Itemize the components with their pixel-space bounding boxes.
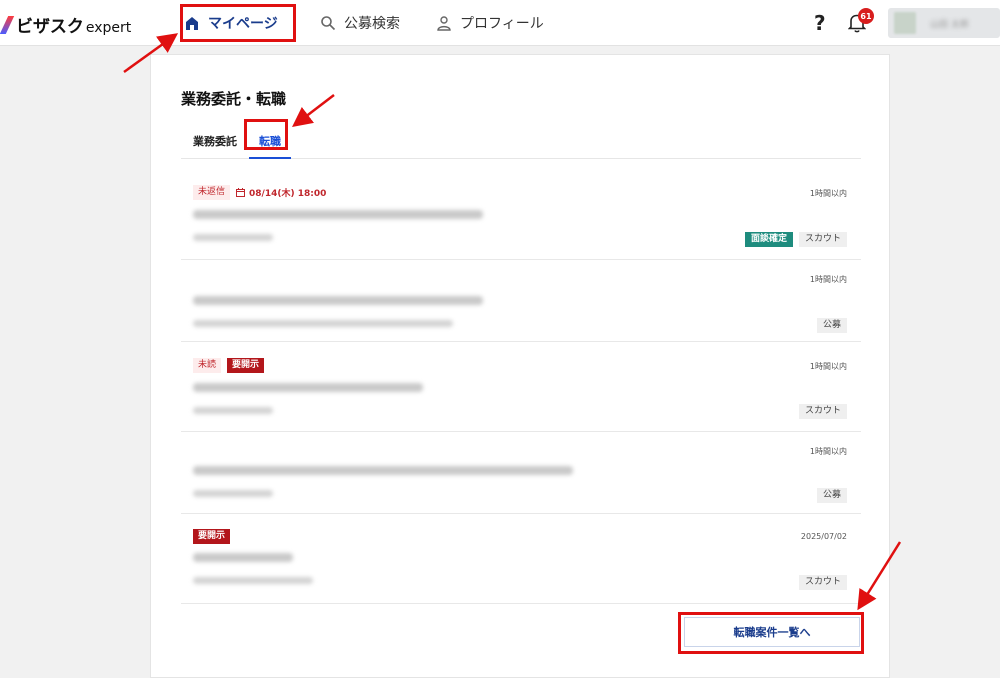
deadline-date: 08/14(木) 18:00 — [236, 186, 326, 199]
notification-badge: 61 — [858, 8, 874, 24]
tab-outsourcing[interactable]: 業務委託 — [193, 133, 237, 149]
nav-profile-label: プロフィール — [460, 16, 544, 32]
item-time: 1時間以内 — [809, 275, 847, 284]
item-title-redacted — [193, 296, 483, 305]
item-time: 2025/07/02 — [800, 532, 847, 541]
unread-tag: 未読 — [193, 358, 222, 373]
deadline-date-text: 08/14(木) 18:00 — [249, 189, 327, 199]
nav-mypage-label: マイページ — [208, 16, 278, 32]
type-badge: スカウト — [798, 575, 847, 590]
page-title: 業務委託・転職 — [181, 90, 287, 108]
search-icon — [320, 15, 336, 31]
help-icon[interactable]: ? — [814, 11, 826, 35]
user-icon — [436, 15, 452, 31]
disclosure-required-tag: 要開示 — [193, 529, 231, 544]
nav-search[interactable]: 公募検索 — [320, 0, 400, 46]
item-time: 1時間以内 — [809, 447, 847, 456]
tab-job-change[interactable]: 転職 — [259, 133, 281, 149]
item-title-redacted — [193, 383, 423, 392]
item-time: 1時間以内 — [809, 189, 847, 198]
item-title-redacted — [193, 466, 573, 475]
avatar — [894, 12, 916, 34]
top-header: ビザスク expert マイページ 公募検索 プロフィール ? 61 山田 太郎 — [0, 0, 1000, 46]
list-item[interactable]: 要開示 2025/07/02 スカウト — [181, 514, 861, 604]
logo-mark — [0, 16, 15, 34]
item-company-redacted — [193, 577, 313, 584]
user-menu[interactable]: 山田 太郎 — [888, 8, 1000, 38]
item-company-redacted — [193, 490, 273, 497]
home-icon — [184, 15, 200, 31]
interview-confirmed-badge: 面談確定 — [744, 232, 793, 247]
item-company-redacted — [193, 320, 453, 327]
type-badge: スカウト — [798, 404, 847, 419]
item-company-redacted — [193, 407, 273, 414]
user-name: 山田 太郎 — [930, 19, 969, 30]
logo[interactable]: ビザスク expert — [0, 12, 132, 37]
type-badge: スカウト — [798, 232, 847, 247]
active-tab-indicator — [249, 157, 291, 159]
item-title-redacted — [193, 210, 483, 219]
logo-sub-text: expert — [85, 20, 132, 36]
nav-profile[interactable]: プロフィール — [436, 0, 544, 46]
unreplied-tag: 未返信 — [193, 185, 231, 200]
list-item[interactable]: 1時間以内 公募 — [181, 260, 861, 342]
list-item[interactable]: 未読 要開示 1時間以内 スカウト — [181, 342, 861, 432]
type-badge: 公募 — [816, 488, 847, 503]
tab-bar: 業務委託 転職 — [181, 129, 861, 159]
item-company-redacted — [193, 234, 273, 241]
calendar-icon — [236, 188, 246, 197]
job-change-list-button[interactable]: 転職案件一覧へ — [684, 617, 860, 647]
nav-search-label: 公募検索 — [344, 16, 400, 32]
list-item[interactable]: 未返信 08/14(木) 18:00 1時間以内 面談確定 スカウト — [181, 172, 861, 260]
disclosure-required-tag: 要開示 — [227, 358, 265, 373]
item-time: 1時間以内 — [809, 362, 847, 371]
nav-mypage[interactable]: マイページ — [184, 0, 278, 46]
item-title-redacted — [193, 553, 293, 562]
logo-main-text: ビザスク — [16, 17, 84, 37]
main-card: 業務委託・転職 業務委託 転職 未返信 08/14(木) 18:00 1時間以内… — [150, 54, 890, 678]
type-badge: 公募 — [816, 318, 847, 333]
list-item[interactable]: 1時間以内 公募 — [181, 432, 861, 514]
